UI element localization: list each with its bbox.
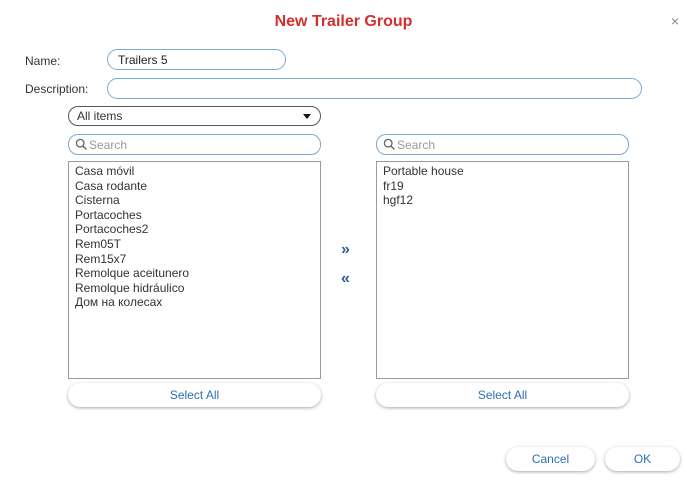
list-item[interactable]: Casa rodante xyxy=(75,179,314,194)
list-item[interactable]: fr19 xyxy=(383,179,622,194)
list-item[interactable]: Remolque aceitunero xyxy=(75,266,314,281)
left-search-input[interactable] xyxy=(89,136,312,153)
item-filter-select[interactable]: All items xyxy=(68,106,321,126)
item-filter-value: All items xyxy=(77,109,123,123)
description-field[interactable] xyxy=(107,78,642,99)
list-item[interactable]: Дом на колесах xyxy=(75,295,314,310)
list-item[interactable]: Portacoches2 xyxy=(75,222,314,237)
list-item[interactable]: Portacoches xyxy=(75,208,314,223)
add-selected-button[interactable]: » xyxy=(341,242,350,258)
dialog-title: New Trailer Group xyxy=(274,13,413,30)
name-field[interactable] xyxy=(107,49,286,70)
remove-selected-button[interactable]: « xyxy=(341,271,350,287)
left-search-box[interactable] xyxy=(68,134,321,155)
search-icon xyxy=(75,138,87,150)
ok-button[interactable]: OK xyxy=(605,447,680,471)
list-item[interactable]: Casa móvil xyxy=(75,164,314,179)
cancel-button[interactable]: Cancel xyxy=(506,447,595,471)
list-item[interactable]: Rem05T xyxy=(75,237,314,252)
list-item[interactable]: Remolque hidráulico xyxy=(75,281,314,296)
right-search-box[interactable] xyxy=(376,134,629,155)
name-label: Name: xyxy=(25,54,61,68)
right-select-all-button[interactable]: Select All xyxy=(376,383,629,407)
group-items-list[interactable]: Portable house fr19 hgf12 xyxy=(376,161,629,379)
right-search-input[interactable] xyxy=(397,136,620,153)
available-items-list[interactable]: Casa móvil Casa rodante Cisterna Portacoche… xyxy=(68,161,321,379)
dropdown-arrow-icon xyxy=(303,114,311,119)
list-item[interactable]: Cisterna xyxy=(75,193,314,208)
description-label: Description: xyxy=(25,82,89,96)
new-trailer-group-dialog: New Trailer Group × Name: Description: A… xyxy=(0,0,687,484)
close-icon[interactable]: × xyxy=(671,14,679,28)
search-icon xyxy=(383,138,395,150)
list-item[interactable]: Rem15x7 xyxy=(75,252,314,267)
left-select-all-button[interactable]: Select All xyxy=(68,383,321,407)
list-item[interactable]: hgf12 xyxy=(383,193,622,208)
list-item[interactable]: Portable house xyxy=(383,164,622,179)
